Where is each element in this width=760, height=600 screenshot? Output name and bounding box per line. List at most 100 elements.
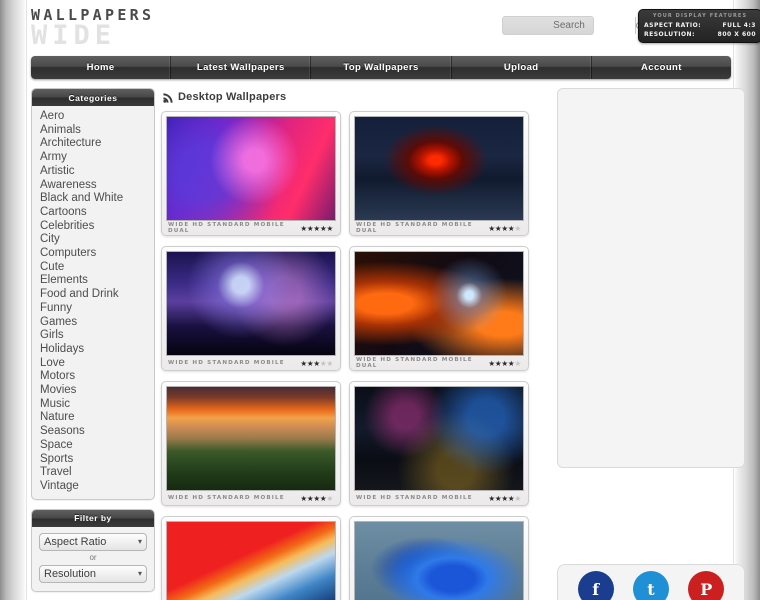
filter-panel-title: Filter by	[32, 509, 154, 527]
wallpaper-rating[interactable]: ★★★★★	[300, 224, 333, 233]
social-share-box: ftP	[557, 564, 745, 600]
aspect-ratio-value: FULL 4:3	[722, 22, 756, 29]
wallpaper-thumbnail[interactable]	[354, 116, 524, 221]
aspect-ratio-select-value: Aspect Ratio	[44, 535, 107, 548]
wallpaper-size-tags: WIDE HD STANDARD MOBILE	[168, 495, 285, 501]
filter-or-label: or	[89, 552, 97, 562]
filter-panel: Filter by Aspect Ratio ▾ or Resolution ▾	[31, 508, 155, 592]
category-item[interactable]: Awareness	[32, 179, 154, 193]
pinterest-icon[interactable]: P	[688, 571, 725, 600]
wallpaper-thumbnail[interactable]	[166, 386, 336, 491]
wallpaper-grid: WIDE HD STANDARD MOBILE DUAL ★★★★★ WIDE HD…	[161, 111, 549, 600]
wallpaper-rating[interactable]: ★★★★★	[488, 359, 521, 368]
display-features-resolution-row: RESOLUTION: 800 X 600	[644, 30, 756, 39]
search-input[interactable]	[503, 18, 635, 33]
ad-placeholder	[557, 88, 745, 468]
wallpaper-size-tags: WIDE HD STANDARD MOBILE	[168, 360, 285, 366]
category-item[interactable]: Food and Drink	[32, 288, 154, 302]
chevron-down-icon: ▾	[137, 569, 142, 579]
wallpaper-card[interactable]	[161, 516, 341, 600]
resolution-select[interactable]: Resolution ▾	[39, 564, 147, 583]
category-item[interactable]: Celebrities	[32, 220, 154, 234]
category-item[interactable]: Love	[32, 357, 154, 371]
wallpaper-rating[interactable]: ★★★★★	[488, 224, 521, 233]
filter-panel-body: Aspect Ratio ▾ or Resolution ▾	[32, 527, 154, 591]
main-navigation: Home Latest Wallpapers Top Wallpapers Uploa…	[31, 56, 731, 79]
search-box[interactable]	[502, 16, 643, 35]
wallpaper-card[interactable]: WIDE HD STANDARD MOBILE DUAL ★★★★★	[349, 246, 529, 371]
category-item[interactable]: Cute	[32, 261, 154, 275]
category-item[interactable]: Motors	[32, 370, 154, 384]
site-logo[interactable]: WALLPAPERS WIDE	[31, 8, 154, 51]
categories-list: Aero Animals Architecture Army Artistic Aware…	[32, 106, 154, 499]
wallpaper-meta-bar: WIDE HD STANDARD MOBILE ★★★★★	[166, 491, 336, 505]
category-item[interactable]: Animals	[32, 124, 154, 138]
category-item[interactable]: Movies	[32, 384, 154, 398]
display-features-title: YOUR DISPLAY FEATURES	[652, 13, 748, 19]
wallpaper-card[interactable]: WIDE HD STANDARD MOBILE ★★★★★	[161, 246, 341, 371]
nav-item-home[interactable]: Home	[31, 56, 172, 79]
wallpaper-meta-bar: WIDE HD STANDARD MOBILE DUAL ★★★★★	[354, 356, 524, 370]
category-item[interactable]: Artistic	[32, 165, 154, 179]
resolution-select-value: Resolution	[44, 567, 96, 580]
category-item[interactable]: City	[32, 233, 154, 247]
category-item[interactable]: Elements	[32, 274, 154, 288]
content-area: Categories Aero Animals Architecture Army Ar…	[27, 88, 745, 600]
wallpaper-thumbnail[interactable]	[354, 386, 524, 491]
category-item[interactable]: Holidays	[32, 343, 154, 357]
page-title: Desktop Wallpapers	[163, 91, 549, 103]
wallpaper-card[interactable]: WIDE HD STANDARD MOBILE DUAL ★★★★★	[161, 111, 341, 236]
category-item[interactable]: Architecture	[32, 137, 154, 151]
wallpaper-card[interactable]: WIDE HD STANDARD MOBILE ★★★★★	[349, 381, 529, 506]
wallpaper-rating[interactable]: ★★★★★	[300, 359, 333, 368]
category-item[interactable]: Nature	[32, 411, 154, 425]
wallpaper-size-tags: WIDE HD STANDARD MOBILE DUAL	[356, 357, 473, 369]
category-item[interactable]: Vintage	[32, 480, 154, 494]
nav-item-top-wallpapers[interactable]: Top Wallpapers	[311, 56, 452, 79]
wallpaper-rating[interactable]: ★★★★★	[300, 494, 333, 503]
aspect-ratio-label: ASPECT RATIO:	[644, 22, 702, 29]
category-item[interactable]: Games	[32, 316, 154, 330]
facebook-icon[interactable]: f	[577, 571, 614, 600]
category-item[interactable]: Space	[32, 439, 154, 453]
wallpaper-thumbnail[interactable]	[166, 116, 336, 221]
wallpaper-card[interactable]: WIDE HD STANDARD MOBILE ★★★★★	[161, 381, 341, 506]
twitter-icon[interactable]: t	[632, 571, 669, 600]
site-header: WALLPAPERS WIDE YOUR DISPLAY FEATURES AS…	[27, 0, 760, 54]
category-item[interactable]: Seasons	[32, 425, 154, 439]
wallpaper-thumbnail[interactable]	[166, 251, 336, 356]
wallpaper-size-tags: WIDE HD STANDARD MOBILE	[356, 495, 473, 501]
resolution-value: 800 X 600	[717, 31, 756, 38]
category-item[interactable]: Sports	[32, 453, 154, 467]
categories-panel-title: Categories	[32, 89, 154, 106]
wallpaper-meta-bar: WIDE HD STANDARD MOBILE ★★★★★	[354, 491, 524, 505]
wallpaper-meta-bar: WIDE HD STANDARD MOBILE DUAL ★★★★★	[166, 221, 336, 235]
display-features-box: YOUR DISPLAY FEATURES ASPECT RATIO: FULL…	[638, 9, 760, 43]
category-item[interactable]: Music	[32, 398, 154, 412]
category-item[interactable]: Girls	[32, 329, 154, 343]
category-item[interactable]: Aero	[32, 110, 154, 124]
category-item[interactable]: Black and White	[32, 192, 154, 206]
wallpaper-card[interactable]	[349, 516, 529, 600]
category-item[interactable]: Funny	[32, 302, 154, 316]
resolution-label: RESOLUTION:	[644, 31, 695, 38]
nav-item-latest-wallpapers[interactable]: Latest Wallpapers	[171, 56, 312, 79]
nav-item-account[interactable]: Account	[592, 56, 731, 79]
wallpaper-thumbnail[interactable]	[354, 521, 524, 600]
category-item[interactable]: Travel	[32, 466, 154, 480]
main-column: Desktop Wallpapers WIDE HD STANDARD MOBI…	[161, 88, 549, 600]
wallpaper-card[interactable]: WIDE HD STANDARD MOBILE DUAL ★★★★★	[349, 111, 529, 236]
nav-item-upload[interactable]: Upload	[452, 56, 592, 79]
category-item[interactable]: Army	[32, 151, 154, 165]
category-item[interactable]: Computers	[32, 247, 154, 261]
aspect-ratio-select[interactable]: Aspect Ratio ▾	[39, 532, 147, 551]
page-background: WALLPAPERS WIDE YOUR DISPLAY FEATURES AS…	[0, 0, 760, 600]
category-item[interactable]: Cartoons	[32, 206, 154, 220]
wallpaper-thumbnail[interactable]	[166, 521, 336, 600]
wallpaper-meta-bar: WIDE HD STANDARD MOBILE DUAL ★★★★★	[354, 221, 524, 235]
site-frame: WALLPAPERS WIDE YOUR DISPLAY FEATURES AS…	[26, 0, 760, 600]
wallpaper-rating[interactable]: ★★★★★	[488, 494, 521, 503]
display-features-aspect-row: ASPECT RATIO: FULL 4:3	[644, 21, 756, 30]
logo-text-bottom: WIDE	[31, 20, 117, 51]
wallpaper-thumbnail[interactable]	[354, 251, 524, 356]
